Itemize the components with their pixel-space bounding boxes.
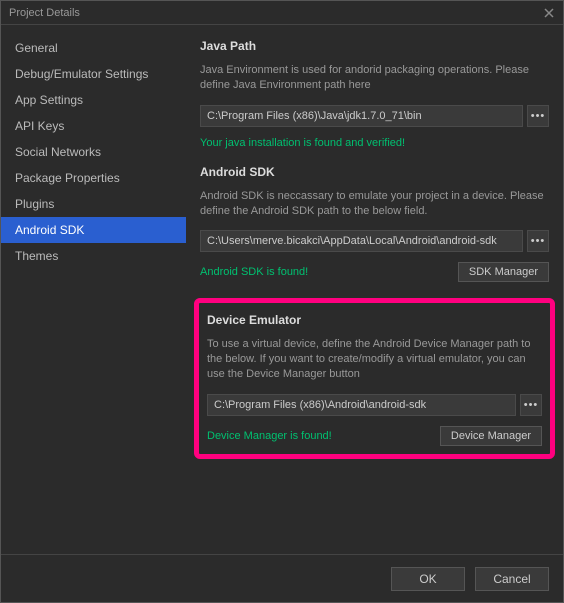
device-manager-button[interactable]: Device Manager (440, 426, 542, 446)
android-sdk-status: Android SDK is found! (200, 266, 308, 278)
java-path-browse-button[interactable]: ••• (527, 105, 549, 127)
project-details-dialog: Project Details General Debug/Emulator S… (0, 0, 564, 603)
device-emulator-desc: To use a virtual device, define the Andr… (207, 337, 542, 382)
android-sdk-browse-button[interactable]: ••• (527, 230, 549, 252)
sidebar-item-general[interactable]: General (1, 35, 186, 61)
java-path-input[interactable] (200, 105, 523, 127)
sidebar-item-label: Plugins (15, 197, 54, 211)
cancel-button[interactable]: Cancel (475, 567, 549, 591)
sidebar-item-social-networks[interactable]: Social Networks (1, 139, 186, 165)
ellipsis-icon: ••• (524, 399, 539, 411)
sidebar-item-plugins[interactable]: Plugins (1, 191, 186, 217)
device-emulator-title: Device Emulator (207, 313, 542, 327)
close-icon (544, 8, 554, 18)
sidebar-item-label: Debug/Emulator Settings (15, 67, 148, 81)
device-emulator-status: Device Manager is found! (207, 430, 332, 442)
android-sdk-desc: Android SDK is neccassary to emulate you… (200, 189, 549, 219)
java-path-status: Your java installation is found and veri… (200, 137, 405, 149)
java-path-desc: Java Environment is used for andorid pac… (200, 63, 549, 93)
sidebar-item-package-properties[interactable]: Package Properties (1, 165, 186, 191)
dialog-body: General Debug/Emulator Settings App Sett… (1, 25, 563, 554)
sidebar: General Debug/Emulator Settings App Sett… (1, 25, 186, 554)
device-emulator-browse-button[interactable]: ••• (520, 394, 542, 416)
sidebar-item-label: API Keys (15, 119, 64, 133)
android-sdk-status-row: Android SDK is found! SDK Manager (200, 262, 549, 282)
sidebar-item-debug-emulator[interactable]: Debug/Emulator Settings (1, 61, 186, 87)
sidebar-item-label: Social Networks (15, 145, 101, 159)
sidebar-item-label: Android SDK (15, 223, 84, 237)
sidebar-item-android-sdk[interactable]: Android SDK (1, 217, 186, 243)
sdk-manager-button[interactable]: SDK Manager (458, 262, 549, 282)
window-title: Project Details (9, 7, 80, 19)
android-sdk-row: ••• (200, 230, 549, 252)
android-sdk-title: Android SDK (200, 165, 549, 179)
dialog-footer: OK Cancel (1, 554, 563, 602)
java-path-row: ••• (200, 105, 549, 127)
sidebar-item-label: General (15, 41, 58, 55)
device-emulator-highlight: Device Emulator To use a virtual device,… (194, 298, 555, 459)
ellipsis-icon: ••• (531, 110, 546, 122)
sidebar-item-label: App Settings (15, 93, 83, 107)
device-emulator-input[interactable] (207, 394, 516, 416)
ok-button[interactable]: OK (391, 567, 465, 591)
device-emulator-status-row: Device Manager is found! Device Manager (207, 426, 542, 446)
android-sdk-input[interactable] (200, 230, 523, 252)
sidebar-item-app-settings[interactable]: App Settings (1, 87, 186, 113)
java-path-title: Java Path (200, 39, 549, 53)
sidebar-item-api-keys[interactable]: API Keys (1, 113, 186, 139)
device-emulator-row: ••• (207, 394, 542, 416)
content-pane: Java Path Java Environment is used for a… (186, 25, 563, 554)
sidebar-item-themes[interactable]: Themes (1, 243, 186, 269)
sidebar-item-label: Themes (15, 249, 58, 263)
ellipsis-icon: ••• (531, 235, 546, 247)
close-button[interactable] (539, 4, 559, 22)
titlebar: Project Details (1, 1, 563, 25)
sidebar-item-label: Package Properties (15, 171, 120, 185)
java-path-status-row: Your java installation is found and veri… (200, 137, 549, 149)
